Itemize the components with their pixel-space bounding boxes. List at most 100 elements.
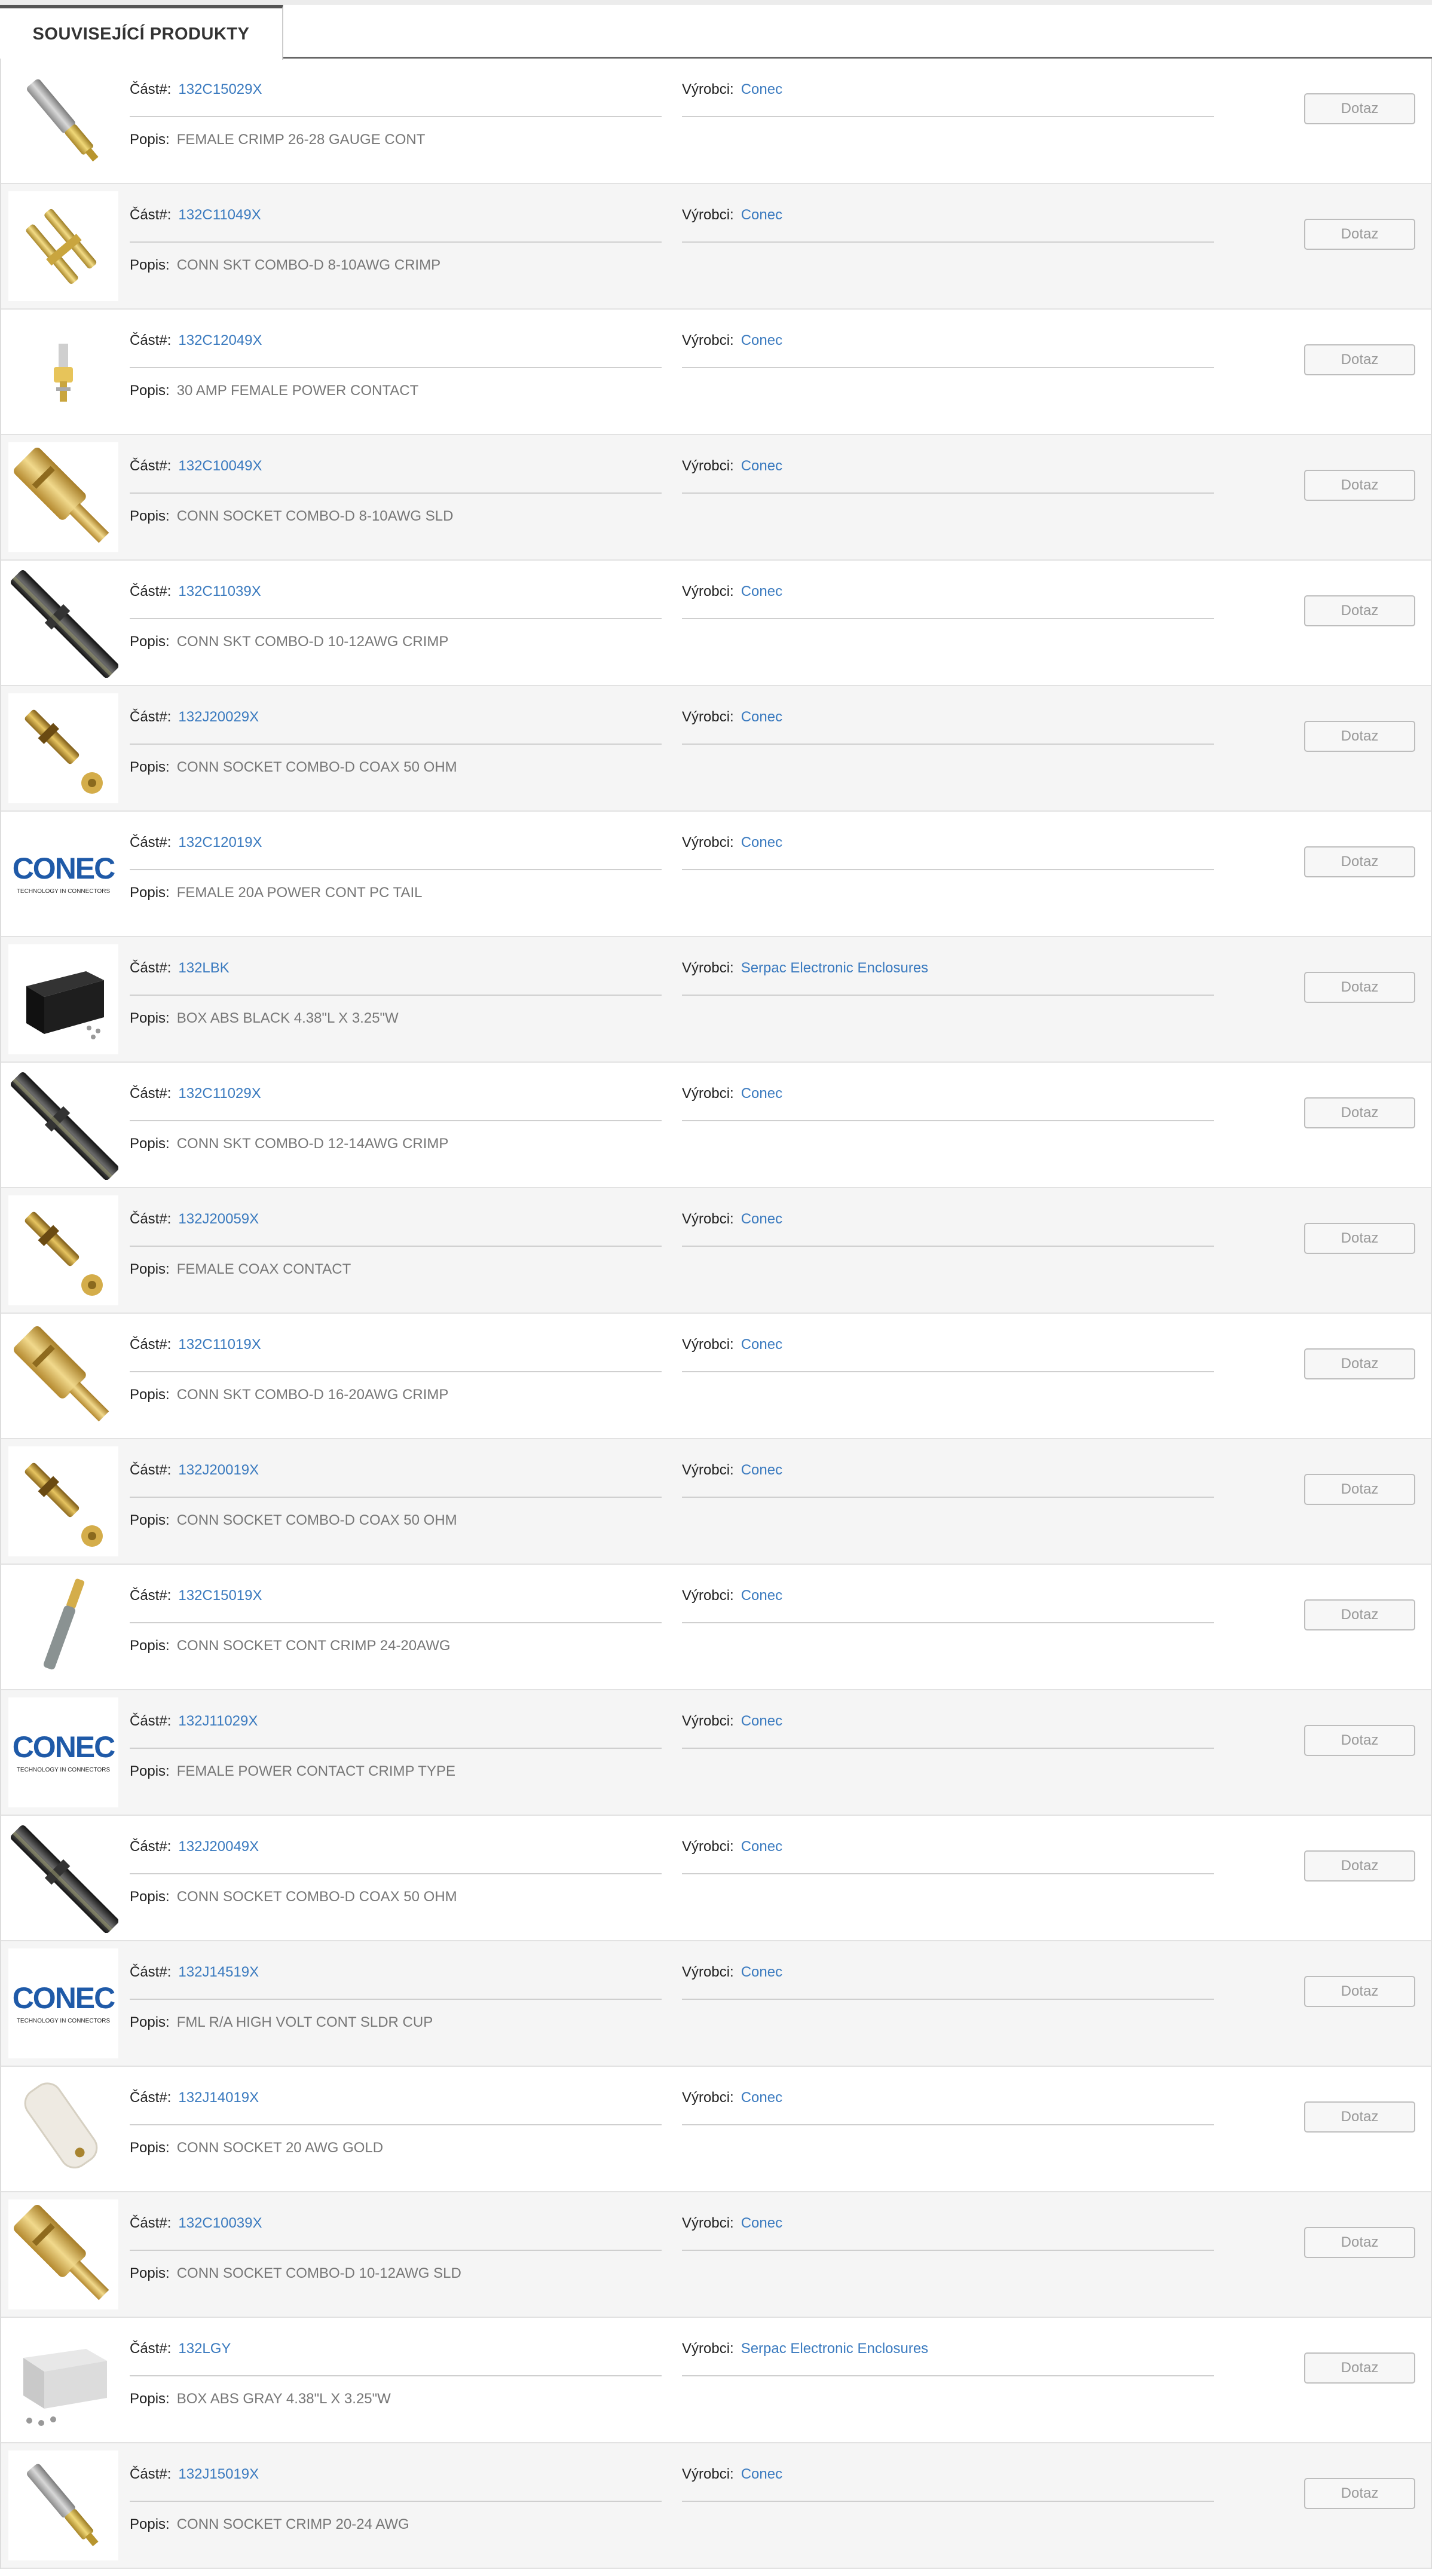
inquiry-button[interactable]: Dotaz [1304, 344, 1415, 375]
part-number-link[interactable]: 132C15019X [178, 1587, 262, 1604]
description-label: Popis: [130, 1763, 170, 1779]
part-number-link[interactable]: 132J11029X [178, 1713, 258, 1729]
inquiry-button[interactable]: Dotaz [1304, 93, 1415, 124]
manufacturer-link[interactable]: Conec [741, 2089, 782, 2106]
manufacturer-link[interactable]: Conec [741, 709, 782, 725]
product-row: Část#: 132J15019X Výrobci: Conec Popis: CON… [1, 2443, 1431, 2569]
conec-logo-image[interactable]: CONEC TECHNOLOGY IN CONNECTORS [8, 1948, 118, 2058]
part-number-link[interactable]: 132J14519X [178, 1964, 259, 1980]
part-number-link[interactable]: 132LGY [178, 2341, 231, 2357]
inquiry-button[interactable]: Dotaz [1304, 470, 1415, 501]
svg-text:CONEC: CONEC [13, 1730, 115, 1764]
conec-logo-image[interactable]: CONEC TECHNOLOGY IN CONNECTORS [8, 819, 118, 929]
manufacturer-field: Výrobci: Conec [682, 81, 1214, 117]
manufacturer-link[interactable]: Conec [741, 1085, 782, 1102]
inquiry-button[interactable]: Dotaz [1304, 1599, 1415, 1630]
inquiry-button[interactable]: Dotaz [1304, 2101, 1415, 2133]
inquiry-button[interactable]: Dotaz [1304, 595, 1415, 626]
inquiry-button[interactable]: Dotaz [1304, 1976, 1415, 2007]
part-number-link[interactable]: 132C12019X [178, 834, 262, 850]
inquiry-button[interactable]: Dotaz [1304, 1474, 1415, 1505]
part-number-link[interactable]: 132C10049X [178, 458, 262, 474]
inquiry-button[interactable]: Dotaz [1304, 846, 1415, 877]
small-contact-image[interactable] [8, 317, 118, 427]
description-value: BOX ABS GRAY 4.38"L X 3.25"W [176, 2391, 391, 2407]
inquiry-button[interactable]: Dotaz [1304, 1348, 1415, 1379]
part-number-link[interactable]: 132LBK [178, 960, 229, 976]
part-number-label: Část#: [130, 1085, 172, 1102]
part-number-link[interactable]: 132C15029X [178, 81, 262, 97]
black-socket-image[interactable] [8, 1823, 118, 1933]
thin-pin-image[interactable] [8, 1572, 118, 1682]
pin-silver-gold-image[interactable] [8, 2450, 118, 2560]
part-number-link[interactable]: 132C11029X [178, 1085, 261, 1102]
inquiry-button[interactable]: Dotaz [1304, 721, 1415, 752]
gold-socket-image[interactable] [8, 442, 118, 552]
inquiry-button[interactable]: Dotaz [1304, 2478, 1415, 2509]
pin-silver-gold-image[interactable] [8, 66, 118, 176]
part-number-label: Část#: [130, 583, 172, 599]
part-number-label: Část#: [130, 332, 172, 348]
inquiry-button[interactable]: Dotaz [1304, 1223, 1415, 1254]
part-number-link[interactable]: 132J20029X [178, 709, 259, 725]
part-number-link[interactable]: 132J14019X [178, 2089, 259, 2106]
product-row: Část#: 132LGY Výrobci: Serpac Electronic E… [1, 2318, 1431, 2443]
part-number-label: Část#: [130, 1587, 172, 1604]
manufacturer-link[interactable]: Conec [741, 81, 782, 97]
manufacturer-link[interactable]: Conec [741, 1462, 782, 1478]
inquiry-button[interactable]: Dotaz [1304, 219, 1415, 250]
description-label: Popis: [130, 759, 170, 775]
manufacturer-link[interactable]: Conec [741, 332, 782, 348]
inquiry-button[interactable]: Dotaz [1304, 1725, 1415, 1756]
gold-socket-image[interactable] [8, 2199, 118, 2309]
conec-logo-image[interactable]: CONEC TECHNOLOGY IN CONNECTORS [8, 1697, 118, 1807]
manufacturer-link[interactable]: Conec [741, 834, 782, 850]
manufacturer-label: Výrobci: [682, 2215, 734, 2231]
coax-gold-image[interactable] [8, 1446, 118, 1556]
manufacturer-link[interactable]: Conec [741, 1713, 782, 1729]
gray-box-image[interactable] [8, 2325, 118, 2435]
manufacturer-link[interactable]: Conec [741, 1838, 782, 1855]
coax-gold-image[interactable] [8, 1195, 118, 1305]
manufacturer-link[interactable]: Conec [741, 1964, 782, 1980]
part-number-link[interactable]: 132C11019X [178, 1336, 261, 1353]
part-number-link[interactable]: 132C12049X [178, 332, 262, 348]
gold-pins-image[interactable] [8, 191, 118, 301]
description-value: BOX ABS BLACK 4.38"L X 3.25"W [176, 1010, 399, 1026]
part-number-link[interactable]: 132J20059X [178, 1211, 259, 1227]
manufacturer-link[interactable]: Conec [741, 1587, 782, 1604]
description-field: Popis: FEMALE CRIMP 26-28 GAUGE CONT [130, 131, 425, 148]
white-insulator-image[interactable] [8, 2074, 118, 2184]
inquiry-button[interactable]: Dotaz [1304, 2352, 1415, 2384]
manufacturer-link[interactable]: Conec [741, 583, 782, 599]
manufacturer-link[interactable]: Conec [741, 458, 782, 474]
part-number-link[interactable]: 132J20049X [178, 1838, 259, 1855]
manufacturer-field: Výrobci: Conec [682, 2089, 1214, 2125]
manufacturer-link[interactable]: Conec [741, 1211, 782, 1227]
description-value: CONN SOCKET 20 AWG GOLD [176, 2140, 384, 2156]
inquiry-button[interactable]: Dotaz [1304, 972, 1415, 1003]
manufacturer-link[interactable]: Conec [741, 2466, 782, 2482]
gold-socket-image[interactable] [8, 1321, 118, 1431]
black-socket-image[interactable] [8, 568, 118, 678]
part-number-link[interactable]: 132J15019X [178, 2466, 259, 2482]
manufacturer-link[interactable]: Serpac Electronic Enclosures [741, 2341, 928, 2357]
inquiry-button[interactable]: Dotaz [1304, 2227, 1415, 2258]
tab-related-products[interactable]: SOUVISEJÍCÍ PRODUKTY [0, 5, 283, 60]
manufacturer-link[interactable]: Conec [741, 1336, 782, 1353]
part-number-link[interactable]: 132C11039X [178, 583, 261, 599]
black-box-image[interactable] [8, 944, 118, 1054]
svg-text:CONEC: CONEC [13, 852, 115, 885]
manufacturer-link[interactable]: Conec [741, 207, 782, 223]
part-number-label: Část#: [130, 458, 172, 474]
part-number-link[interactable]: 132C10039X [178, 2215, 262, 2231]
inquiry-button[interactable]: Dotaz [1304, 1097, 1415, 1128]
manufacturer-link[interactable]: Serpac Electronic Enclosures [741, 960, 928, 976]
description-value: CONN SOCKET COMBO-D COAX 50 OHM [176, 759, 457, 775]
black-socket-image[interactable] [8, 1070, 118, 1180]
manufacturer-link[interactable]: Conec [741, 2215, 782, 2231]
coax-gold-image[interactable] [8, 693, 118, 803]
inquiry-button[interactable]: Dotaz [1304, 1850, 1415, 1881]
part-number-link[interactable]: 132C11049X [178, 207, 261, 223]
part-number-link[interactable]: 132J20019X [178, 1462, 259, 1478]
